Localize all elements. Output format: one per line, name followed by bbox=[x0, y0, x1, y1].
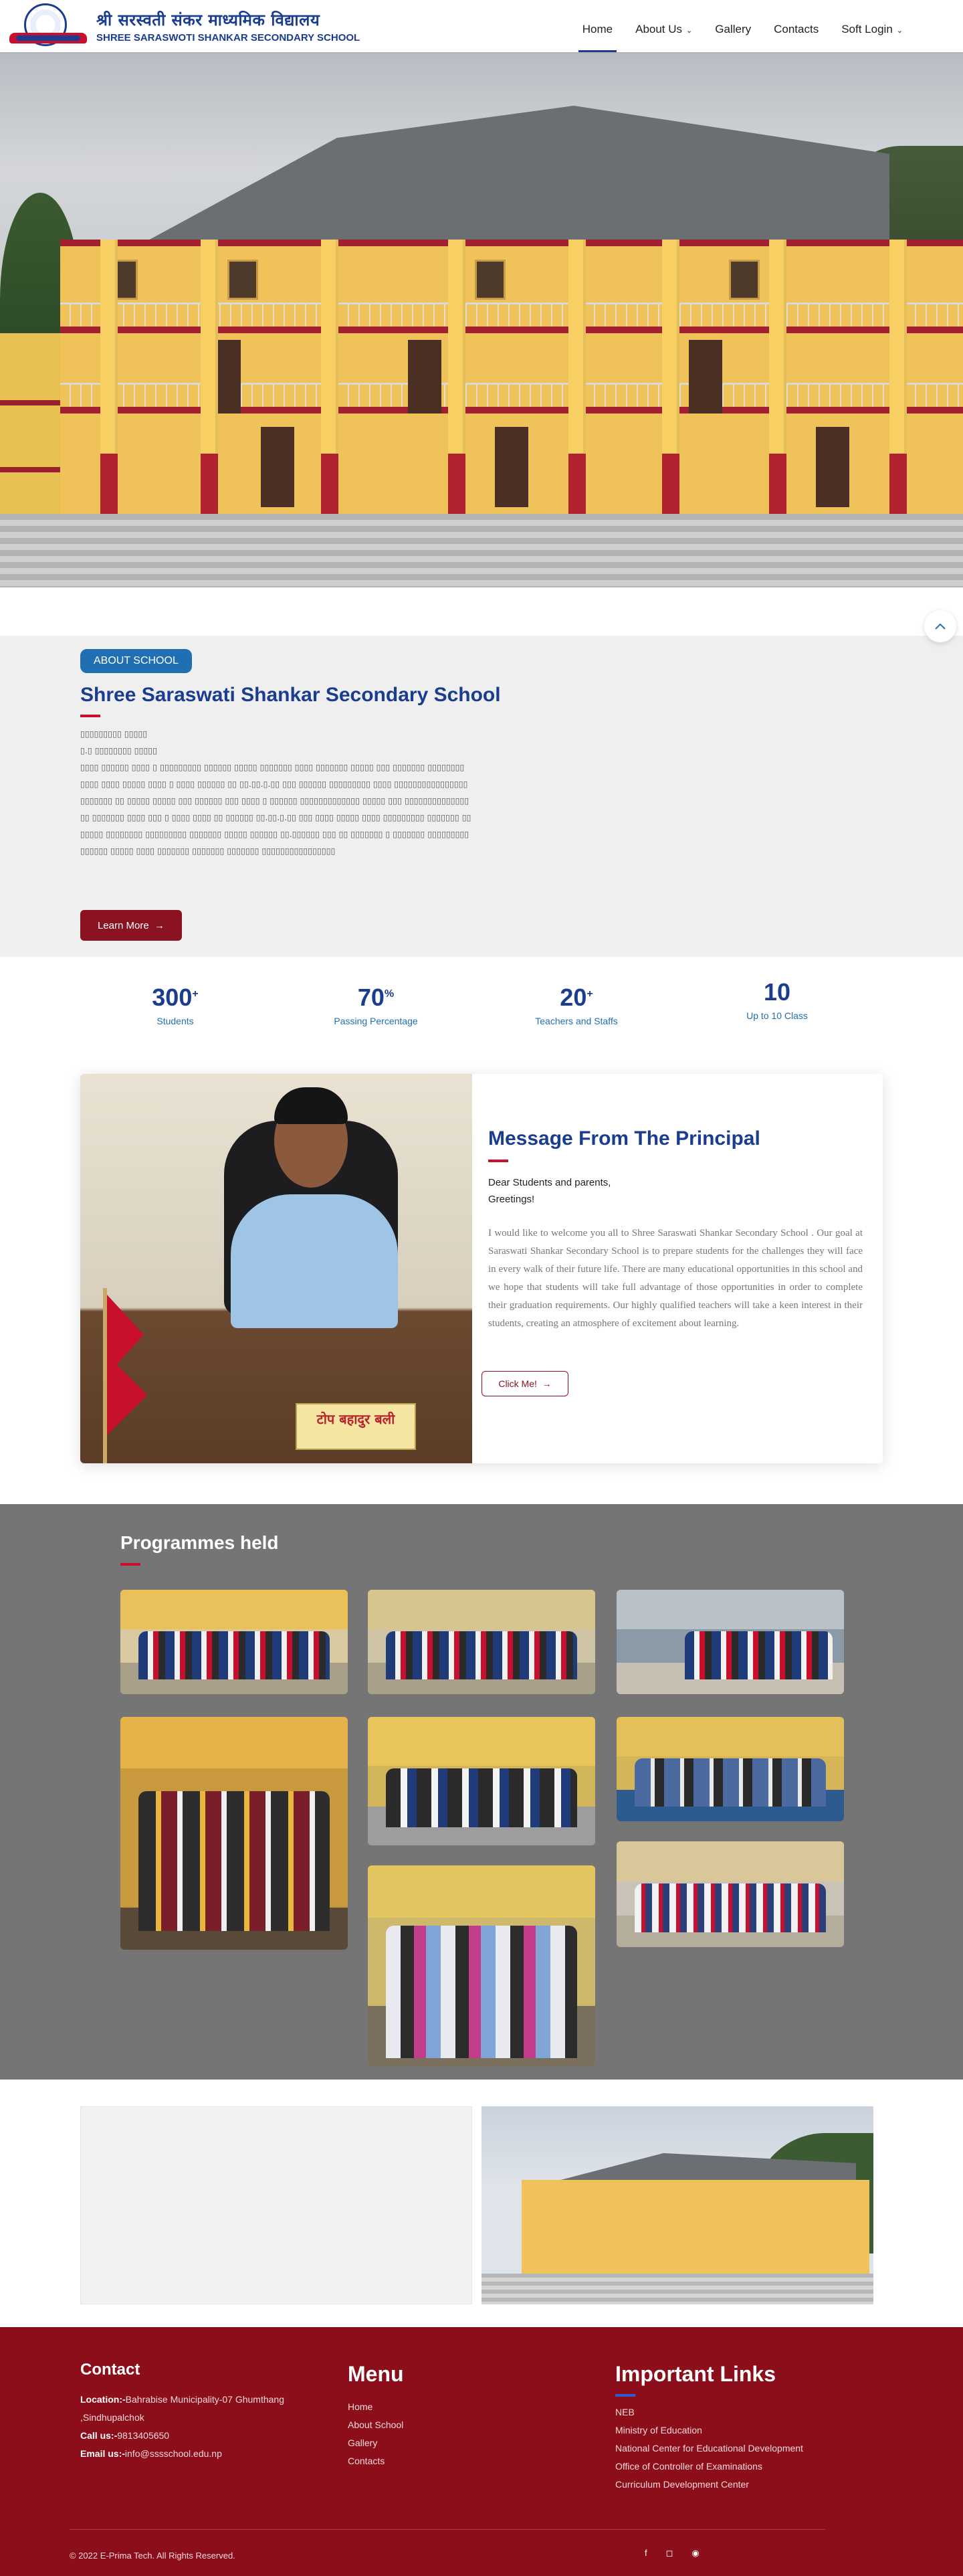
school-logo[interactable]: श्री सरस्वती संकर माध्यमिक विद्यालय SHRE… bbox=[9, 2, 360, 50]
footer-social-links: f ◻ ◉ bbox=[645, 2548, 700, 2559]
about-section: ABOUT SCHOOL Shree Saraswati Shankar Sec… bbox=[0, 636, 963, 957]
footer-link-exam-controller[interactable]: Office of Controller of Examinations bbox=[615, 2458, 803, 2476]
principal-message-card: टोप बहादुर बली Message From The Principa… bbox=[80, 1074, 883, 1463]
nav-gallery[interactable]: Gallery bbox=[715, 0, 751, 52]
site-footer: Contact Location:-Bahrabise Municipality… bbox=[0, 2327, 963, 2576]
footer-link-ministry[interactable]: Ministry of Education bbox=[615, 2421, 803, 2440]
gallery-photo[interactable] bbox=[368, 1590, 595, 1694]
principal-greeting: Dear Students and parents, Greetings! bbox=[488, 1177, 611, 1205]
gallery-photo[interactable] bbox=[368, 1865, 595, 2066]
about-title: Shree Saraswati Shankar Secondary School bbox=[80, 684, 501, 706]
title-underline bbox=[615, 2394, 635, 2397]
footer-link-gallery[interactable]: Gallery bbox=[348, 2434, 403, 2452]
title-underline bbox=[80, 715, 100, 717]
principal-photo: टोप बहादुर बली bbox=[80, 1074, 472, 1463]
main-nav: Home About Us ⌄ Gallery Contacts Soft Log… bbox=[560, 0, 903, 52]
stats-section: 300+ Students 70% Passing Percentage 20+… bbox=[0, 957, 963, 1057]
footer-contact-title: Contact bbox=[80, 2361, 140, 2379]
stat-students: 300+ Students bbox=[152, 984, 199, 1026]
footer-menu-title: Menu bbox=[348, 2362, 404, 2386]
school-emblem bbox=[9, 2, 87, 50]
nav-soft-login[interactable]: Soft Login ⌄ bbox=[841, 0, 903, 52]
footer-link-contacts[interactable]: Contacts bbox=[348, 2452, 403, 2470]
title-underline bbox=[488, 1160, 508, 1162]
scroll-to-top-button[interactable] bbox=[924, 610, 956, 642]
facebook-icon[interactable]: f bbox=[645, 2548, 647, 2559]
arrow-right-icon: → bbox=[542, 1378, 552, 1389]
chevron-down-icon: ⌄ bbox=[896, 27, 903, 35]
arrow-right-icon: → bbox=[154, 919, 165, 931]
principal-message: I would like to welcome you all to Shree… bbox=[488, 1228, 863, 1329]
footer-link-home[interactable]: Home bbox=[348, 2398, 403, 2416]
title-underline bbox=[120, 1563, 140, 1566]
footer-menu: Home About School Gallery Contacts bbox=[348, 2398, 403, 2470]
instagram-icon[interactable]: ◻ bbox=[666, 2548, 673, 2559]
nav-contacts[interactable]: Contacts bbox=[774, 0, 819, 52]
footer-divider bbox=[70, 2529, 825, 2530]
footer-link-cdc[interactable]: Curriculum Development Center bbox=[615, 2476, 803, 2494]
stat-classes: 10 Up to 10 Class bbox=[746, 978, 808, 1021]
nav-home[interactable]: Home bbox=[578, 0, 617, 52]
click-me-button[interactable]: Click Me! → bbox=[481, 1371, 568, 1396]
about-badge: ABOUT SCHOOL bbox=[80, 649, 192, 673]
learn-more-button[interactable]: Learn More → bbox=[80, 910, 182, 941]
footer-link-nced[interactable]: National Center for Educational Developm… bbox=[615, 2440, 803, 2458]
gallery-photo[interactable] bbox=[368, 1717, 595, 1845]
footer-link-about-school[interactable]: About School bbox=[348, 2416, 403, 2434]
principal-title: Message From The Principal bbox=[488, 1127, 760, 1149]
gallery-photo[interactable] bbox=[120, 1717, 348, 1950]
footer-important-links: NEB Ministry of Education National Cente… bbox=[615, 2403, 803, 2494]
principal-nameplate: टोप बहादुर बली bbox=[296, 1403, 416, 1450]
gallery-photo[interactable] bbox=[120, 1590, 348, 1694]
logo-title-english: SHREE SARASWOTI SHANKAR SECONDARY SCHOOL bbox=[96, 32, 360, 43]
footer-link-neb[interactable]: NEB bbox=[615, 2403, 803, 2421]
map-and-image-row bbox=[80, 2106, 883, 2304]
logo-title-nepali: श्री सरस्वती संकर माध्यमिक विद्यालय bbox=[96, 11, 320, 29]
whatsapp-icon[interactable]: ◉ bbox=[691, 2548, 699, 2559]
gallery-photo[interactable] bbox=[617, 1841, 844, 1947]
gallery-photo[interactable] bbox=[617, 1717, 844, 1821]
location-map[interactable] bbox=[80, 2106, 472, 2304]
footer-copyright: © 2022 E-Prima Tech. All Rights Reserved… bbox=[70, 2551, 235, 2561]
stat-teachers-staff: 20+ Teachers and Staffs bbox=[535, 984, 618, 1026]
nav-about-us[interactable]: About Us ⌄ bbox=[635, 0, 692, 52]
chevron-up-icon bbox=[935, 623, 946, 630]
hero-school-image bbox=[0, 52, 963, 587]
programmes-title: Programmes held bbox=[120, 1532, 279, 1553]
footer-contact-info: Location:-Bahrabise Municipality-07 Ghum… bbox=[80, 2394, 285, 2459]
site-header: श्री सरस्वती संकर माध्यमिक विद्यालय SHRE… bbox=[0, 0, 963, 52]
footer-links-title: Important Links bbox=[615, 2362, 776, 2386]
gallery-photo[interactable] bbox=[617, 1590, 844, 1694]
school-building-photo bbox=[481, 2106, 873, 2304]
programmes-section: Programmes held bbox=[0, 1504, 963, 2080]
stat-passing-percentage: 70% Passing Percentage bbox=[334, 984, 418, 1026]
chevron-down-icon: ⌄ bbox=[686, 27, 693, 35]
about-body: ▯▯▯▯▯▯▯▯▯ ▯▯▯▯▯ ▯.▯ ▯▯▯▯▯▯▯▯ ▯▯▯▯▯ ▯▯▯▯ … bbox=[80, 729, 471, 856]
